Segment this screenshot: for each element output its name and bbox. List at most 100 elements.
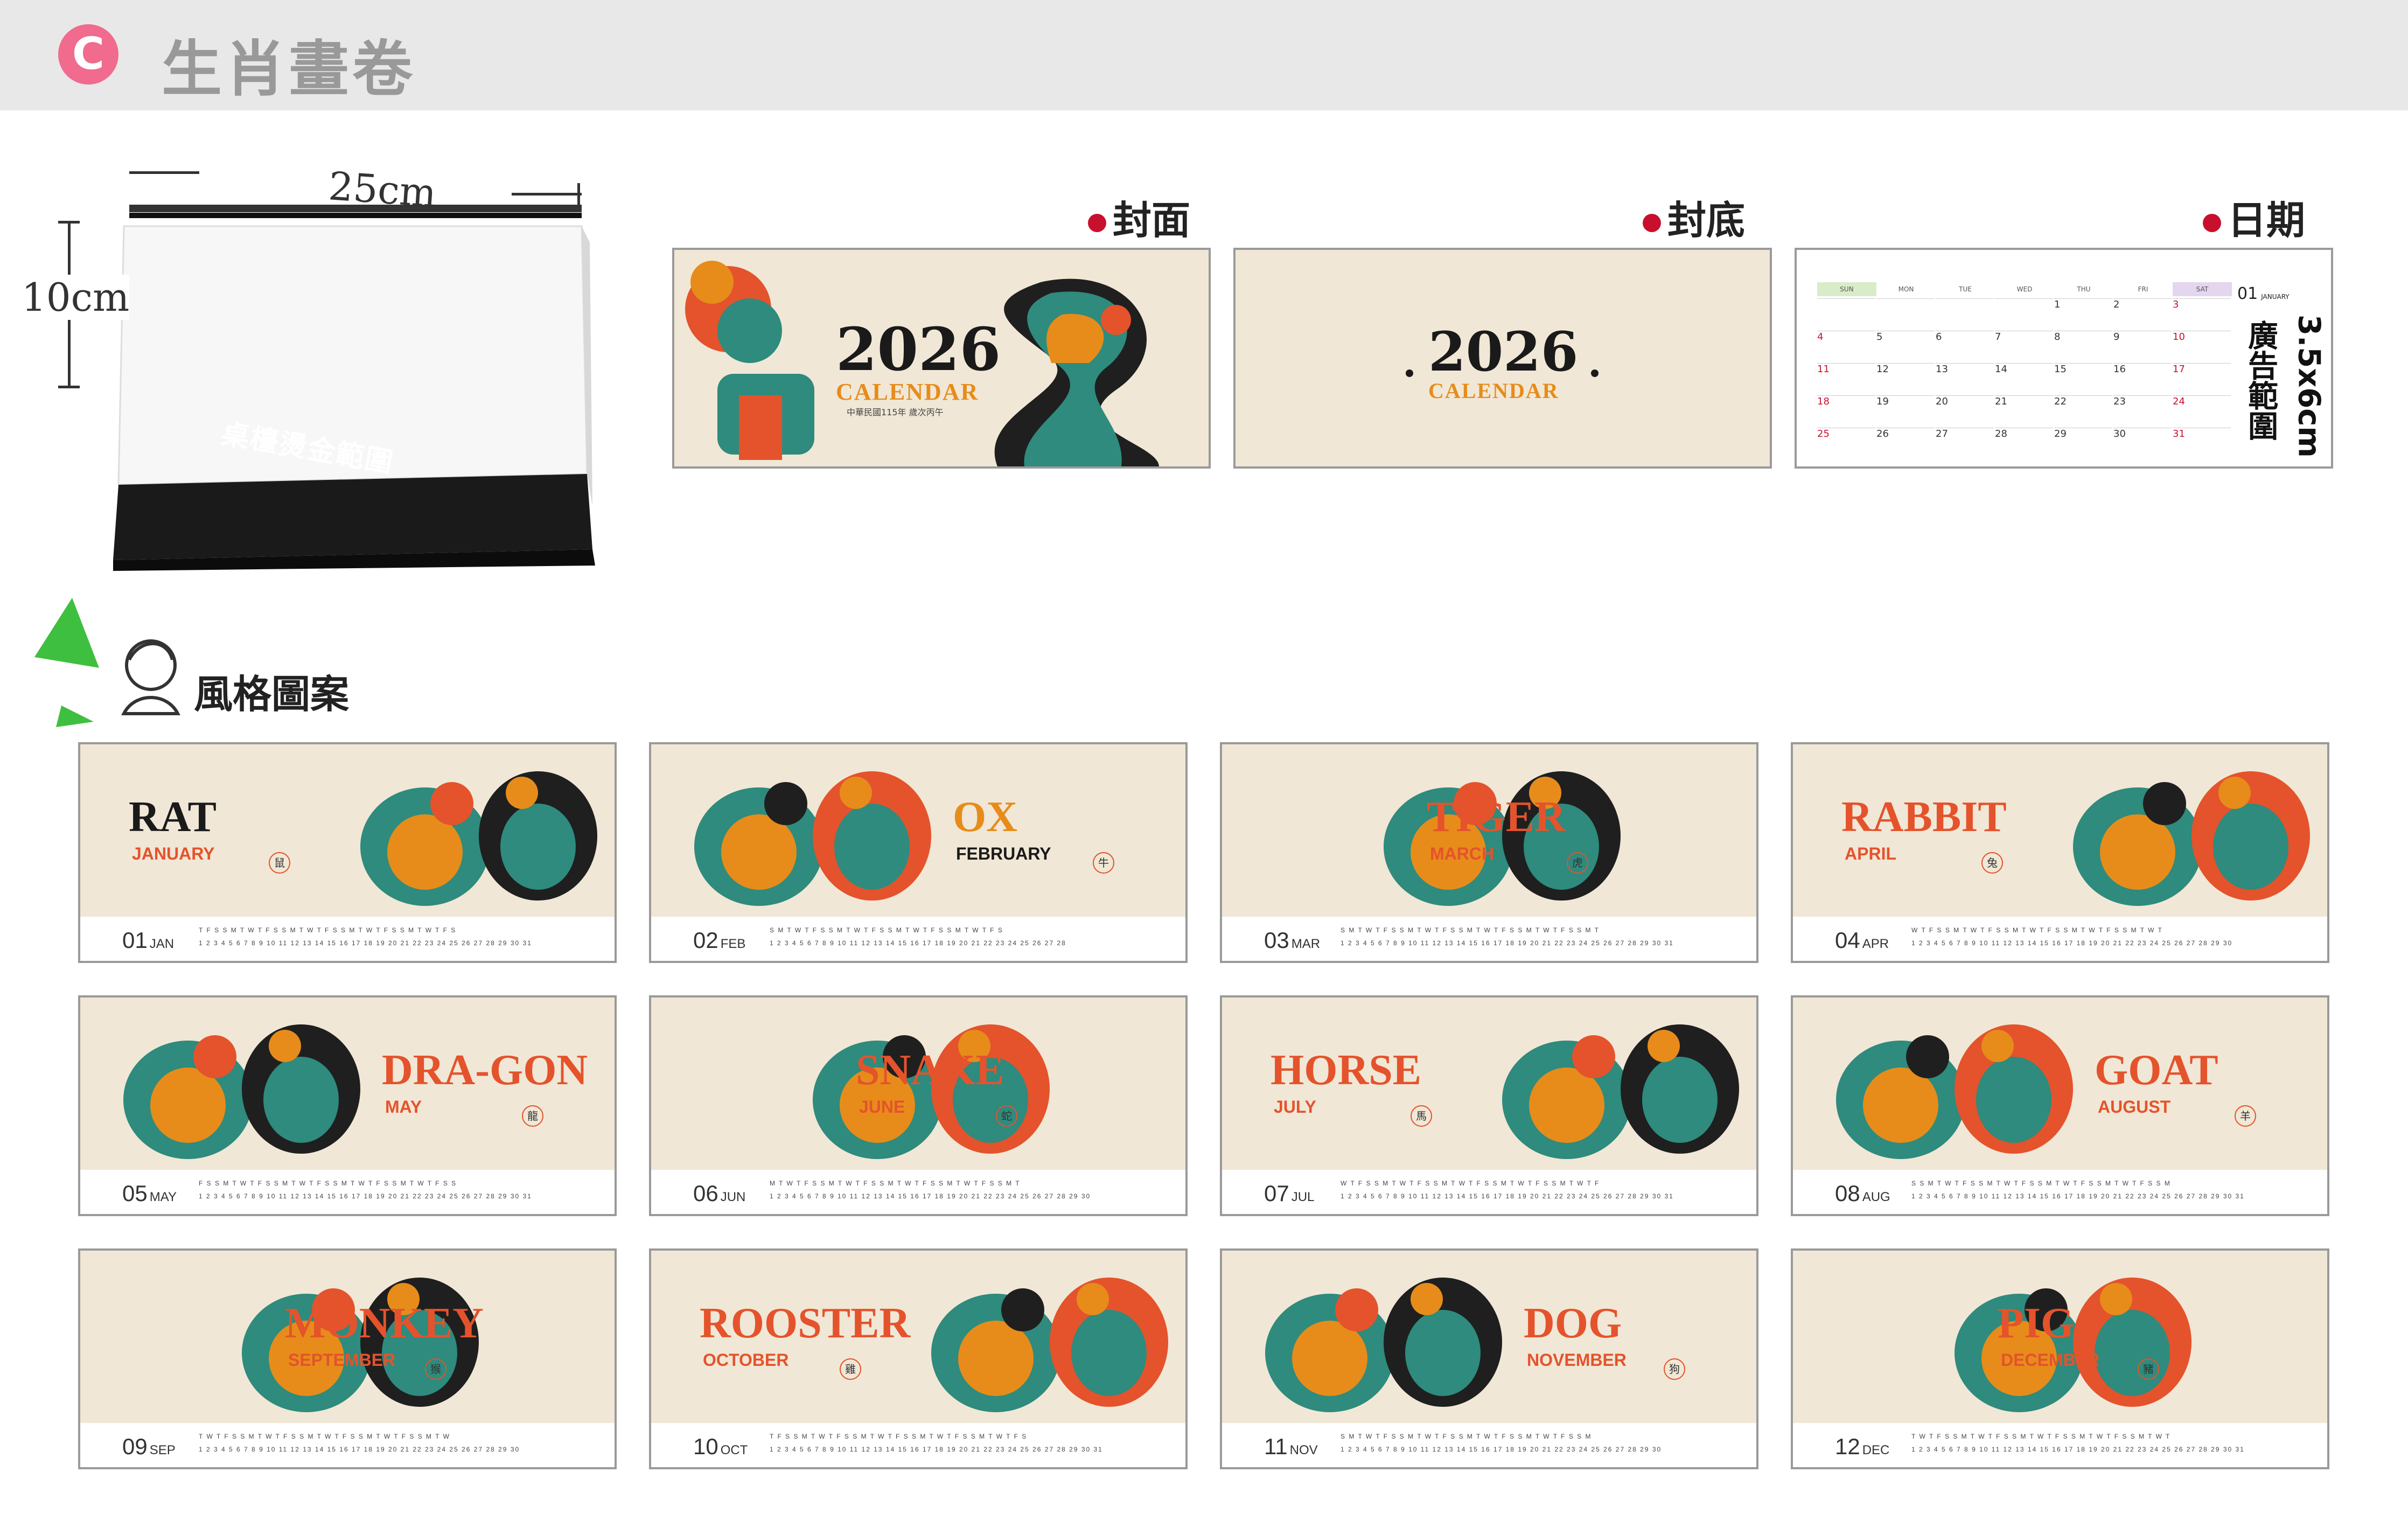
date-cell: 17 bbox=[2173, 363, 2231, 398]
zodiac-seal: 牛 bbox=[1093, 852, 1114, 874]
date-cell: 1 bbox=[2054, 298, 2112, 333]
month-number: 11 NOV bbox=[1264, 1434, 1318, 1459]
date-cell: 20 bbox=[1936, 395, 1994, 430]
red-dot-icon bbox=[1088, 214, 1106, 233]
date-cell bbox=[1876, 298, 1935, 333]
zodiac-animal-name: ROOSTER bbox=[700, 1300, 911, 1347]
month-card-may: DRA-GON MAY 龍 05 MAY F S S M T W T F S S M T … bbox=[78, 995, 617, 1216]
date-cell: 12 bbox=[1876, 363, 1935, 398]
month-card-jun: SNAKE JUNE 蛇 06 JUN M T W T F S S M T W T F S… bbox=[649, 995, 1188, 1216]
zodiac-seal: 狗 bbox=[1664, 1358, 1685, 1380]
weekday-header: WED bbox=[2016, 285, 2033, 293]
date-cell: 2 bbox=[2113, 298, 2172, 333]
date-cell: 25 bbox=[1817, 428, 1875, 463]
weekday-row: T W T F S S M T W T F S S M T W T F S S … bbox=[1911, 1433, 2171, 1440]
zodiac-seal: 豬 bbox=[2138, 1358, 2159, 1380]
date-cell: 11 bbox=[1817, 363, 1875, 398]
weekday-row: S M T W T F S S M T W T F S S M T W T F … bbox=[1341, 926, 1600, 934]
front-cover-subtitle: CALENDAR bbox=[836, 379, 979, 405]
diamond-icon bbox=[1591, 369, 1599, 377]
date-cell: 14 bbox=[1995, 363, 2053, 398]
weekday-header: MON bbox=[1898, 285, 1914, 293]
date-cell: 23 bbox=[2113, 395, 2172, 430]
month-name: FEBRUARY bbox=[956, 844, 1051, 863]
back-cover-label: 封底 bbox=[1643, 189, 1745, 245]
zodiac-animal-name: SNAKE bbox=[856, 1046, 1004, 1094]
date-cell: 16 bbox=[2113, 363, 2172, 398]
date-grid: SUN MON TUE WED THU FRI SAT 1 2 3 4 5 6 7 8 9 10 11 12 13 14… bbox=[1817, 282, 2237, 455]
date-cell: 6 bbox=[1936, 331, 1994, 366]
date-month-number: 01 JANUARY bbox=[2237, 284, 2290, 303]
back-cover-year: 2026 bbox=[1428, 320, 1579, 383]
date-cell bbox=[1936, 298, 1994, 333]
date-cell: 30 bbox=[2113, 428, 2172, 463]
zodiac-seal: 鼠 bbox=[269, 852, 290, 874]
date-cell bbox=[1995, 298, 2053, 333]
date-cell: 9 bbox=[2113, 331, 2172, 366]
date-row: 1 2 3 4 5 6 7 8 9 10 11 12 13 14 15 16 1… bbox=[1341, 939, 1674, 947]
month-card-jul: HORSE JULY 馬 07 JUL W T F S S M T W T F S S M… bbox=[1220, 995, 1758, 1216]
month-card-nov: DOG NOVEMBER 狗 11 NOV S M T W T F S S M T W T… bbox=[1220, 1248, 1758, 1469]
weekday-row: M T W T F S S M T W T F S S M T W T F S … bbox=[770, 1180, 1021, 1187]
weekday-row: S M T W T F S S M T W T F S S M T W T F … bbox=[1341, 1433, 1592, 1440]
date-page-panel: SUN MON TUE WED THU FRI SAT 1 2 3 4 5 6 7 8 9 10 11 12 13 14… bbox=[1795, 248, 2333, 469]
date-row: 1 2 3 4 5 6 7 8 9 10 11 12 13 14 15 16 1… bbox=[199, 939, 532, 947]
date-cell: 22 bbox=[2054, 395, 2112, 430]
red-dot-icon bbox=[1643, 214, 1661, 233]
front-cover-label: 封面 bbox=[1088, 189, 1190, 245]
date-cell: 4 bbox=[1817, 331, 1875, 366]
weekday-row: W T F S S M T W T F S S M T W T F S S M … bbox=[1341, 1180, 1600, 1187]
weekday-header: SAT bbox=[2173, 282, 2232, 296]
width-label: 25cm bbox=[327, 163, 438, 216]
date-row: 1 2 3 4 5 6 7 8 9 10 11 12 13 14 15 16 1… bbox=[770, 1446, 1103, 1453]
weekday-row: T F S S M T W T F S S M T W T F S S M T … bbox=[199, 926, 457, 934]
zodiac-animal-name: MONKEY bbox=[285, 1300, 484, 1347]
section-header: C 生肖畫卷 bbox=[0, 0, 2408, 110]
front-cover-year: 2026 bbox=[836, 315, 1001, 384]
zodiac-seal: 虎 bbox=[1567, 852, 1588, 874]
weekday-row: S M T W T F S S M T W T F S S M T W T F … bbox=[770, 926, 1003, 934]
red-dot-icon bbox=[2203, 214, 2221, 233]
zodiac-seal: 蛇 bbox=[996, 1105, 1017, 1127]
zodiac-animal-name: TIGER bbox=[1427, 793, 1566, 841]
month-number: 02 FEB bbox=[693, 927, 746, 953]
girl-doodle-icon bbox=[121, 639, 180, 715]
date-row: 1 2 3 4 5 6 7 8 9 10 11 12 13 14 15 16 1… bbox=[199, 1446, 520, 1453]
month-card-oct: ROOSTER OCTOBER 雞 10 OCT T F S S M T W T F S … bbox=[649, 1248, 1188, 1469]
month-name: NOVEMBER bbox=[1527, 1350, 1627, 1370]
month-name: JUNE bbox=[859, 1097, 905, 1117]
date-row: 1 2 3 4 5 6 7 8 9 10 11 12 13 14 15 16 1… bbox=[1911, 1192, 2245, 1200]
width-dimension-left bbox=[129, 171, 199, 174]
month-number: 07 JUL bbox=[1264, 1181, 1315, 1206]
ad-area-label: 3.5x6cm bbox=[2291, 315, 2327, 458]
weekday-row: T F S S M T W T F S S M T W T F S S M T … bbox=[770, 1433, 1028, 1440]
style-section-title: 風格圖案 bbox=[194, 672, 350, 717]
month-number: 06 JUN bbox=[693, 1181, 746, 1206]
month-card-dec: PIG DECEMBER 豬 12 DEC T W T F S S M T W T F S… bbox=[1791, 1248, 2329, 1469]
weekday-row: F S S M T W T F S S M T W T F S S M T W … bbox=[199, 1180, 457, 1187]
front-cover-tagline: 中華民國115年 歲次丙午 bbox=[847, 407, 944, 417]
zodiac-animal-name: DRA-GON bbox=[382, 1046, 588, 1094]
desk-calendar-illustration bbox=[113, 205, 595, 571]
zodiac-animal-name: HORSE bbox=[1271, 1046, 1422, 1094]
date-row: 1 2 3 4 5 6 7 8 9 10 11 12 13 14 15 16 1… bbox=[770, 1192, 1091, 1200]
month-card-apr: RABBIT APRIL 兔 04 APR W T F S S M T W T F S S… bbox=[1791, 742, 2329, 963]
date-row: 1 2 3 4 5 6 7 8 9 10 11 12 13 14 15 16 1… bbox=[1341, 1446, 1662, 1453]
date-cell: 7 bbox=[1995, 331, 2053, 366]
month-number: 09 SEP bbox=[122, 1434, 176, 1459]
section-title: 生肖畫卷 bbox=[162, 34, 416, 104]
weekday-row: S S M T W T F S S M T W T F S S M T W T … bbox=[1911, 1180, 2171, 1187]
weekday-row: W T F S S M T W T F S S M T W T F S S M … bbox=[1911, 926, 2163, 934]
date-row: 1 2 3 4 5 6 7 8 9 10 11 12 13 14 15 16 1… bbox=[770, 939, 1066, 947]
ad-area-title: 廣告範圍 bbox=[2243, 320, 2278, 441]
weekday-header: TUE bbox=[1959, 285, 1972, 293]
date-cell: 3 bbox=[2173, 298, 2231, 333]
section-badge: C bbox=[58, 24, 118, 85]
zodiac-artwork bbox=[1836, 1024, 2073, 1159]
date-row: 1 2 3 4 5 6 7 8 9 10 11 12 13 14 15 16 1… bbox=[1911, 1446, 2245, 1453]
desk-calendar-photo: 桌檯燙金範圍 bbox=[108, 194, 598, 571]
month-number: 05 MAY bbox=[122, 1181, 177, 1206]
date-cell: 5 bbox=[1876, 331, 1935, 366]
height-tick-top bbox=[58, 221, 80, 224]
weekday-header: THU bbox=[2077, 285, 2091, 293]
